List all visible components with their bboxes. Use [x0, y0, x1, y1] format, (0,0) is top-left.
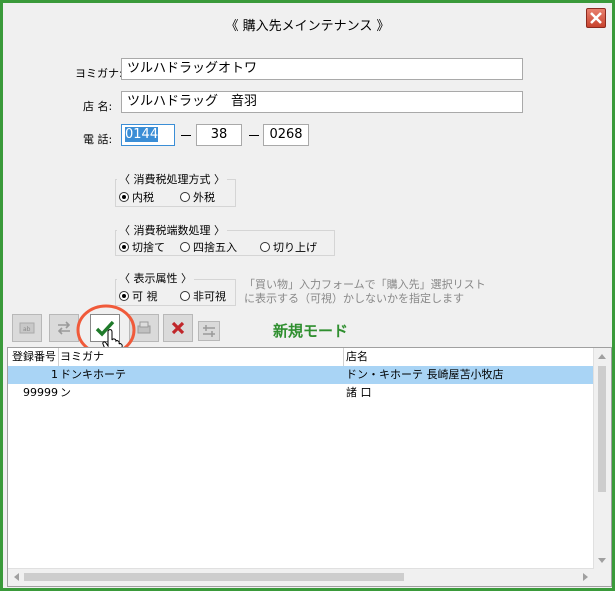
scroll-corner [594, 569, 611, 586]
radio-label: 切捨て [132, 241, 165, 254]
hidden-radio[interactable]: 非可視 [180, 288, 226, 304]
radio-label: 可 視 [132, 290, 158, 303]
data-grid: 登録番号 ヨミガナ 店名 1 ドンキホーテ ドン・キホーテ 長崎屋苫小牧店 99… [7, 347, 612, 587]
vertical-scrollbar[interactable] [593, 348, 611, 570]
cell-name: 諸 口 [346, 386, 372, 399]
scroll-up-icon[interactable] [598, 354, 606, 359]
vertical-scroll-thumb[interactable] [598, 366, 606, 492]
phone-dash [249, 135, 259, 136]
cell-kana: ドンキホーテ [60, 368, 126, 381]
radio-dot [180, 192, 190, 202]
svg-text:ab: ab [23, 326, 31, 333]
phone-exchange-field[interactable]: 38 [196, 124, 242, 146]
tax-inclusive-radio[interactable]: 内税 [119, 189, 154, 205]
tax-exclusive-radio[interactable]: 外税 [180, 189, 215, 205]
phone-label: 電 話: [83, 133, 113, 146]
tax-rounding-title: 〈 消費税端数処理 〉 [117, 222, 227, 238]
swap-icon [57, 321, 71, 335]
scroll-down-icon[interactable] [598, 558, 606, 563]
new-button[interactable]: ab [12, 314, 42, 342]
round-down-radio[interactable]: 切捨て [119, 239, 165, 255]
col-header-kana[interactable]: ヨミガナ [60, 348, 342, 366]
display-title: 〈 表示属性 〉 [117, 270, 194, 286]
radio-dot [119, 242, 129, 252]
hint-line: 「買い物」入力フォームで「購入先」選択リスト [244, 278, 486, 291]
reorder-button[interactable] [198, 321, 220, 341]
cell-id: 1 [51, 368, 58, 381]
radio-dot [180, 291, 190, 301]
phone-number-field[interactable]: 0268 [263, 124, 309, 146]
col-divider [58, 348, 59, 366]
close-icon [590, 12, 602, 24]
horizontal-scrollbar[interactable] [8, 568, 594, 586]
app-window: 《 購入先メインテナンス 》 ヨミガナ: ツルハドラッグオトワ 店 名: ツルハ… [0, 0, 615, 591]
close-button[interactable] [586, 8, 606, 28]
scroll-right-icon[interactable] [583, 573, 588, 581]
yomigana-field[interactable]: ツルハドラッグオトワ [121, 58, 523, 80]
reorder-icon [203, 325, 215, 337]
phone-dash [181, 135, 191, 136]
phone-area-value: 0144 [125, 127, 159, 142]
grid-header: 登録番号 ヨミガナ 店名 [8, 348, 596, 367]
col-header-name[interactable]: 店名 [346, 348, 596, 366]
tax-method-title: 〈 消費税処理方式 〉 [117, 171, 227, 187]
radio-label: 内税 [132, 191, 154, 204]
delete-icon [171, 321, 185, 335]
display-hint: 「買い物」入力フォームで「購入先」選択リスト に表示する（可視）かしないかを指定… [244, 278, 486, 306]
radio-label: 非可視 [193, 290, 226, 303]
delete-button[interactable] [163, 314, 193, 342]
radio-dot [119, 192, 129, 202]
radio-label: 四捨五入 [193, 241, 237, 254]
phone-area-field[interactable]: 0144 [121, 124, 175, 146]
radio-dot [119, 291, 129, 301]
cell-name: ドン・キホーテ 長崎屋苫小牧店 [346, 368, 504, 381]
radio-label: 外税 [193, 191, 215, 204]
window-title: 《 購入先メインテナンス 》 [225, 19, 390, 34]
visible-radio[interactable]: 可 視 [119, 288, 158, 304]
radio-dot [180, 242, 190, 252]
cell-id: 99999 [23, 386, 58, 399]
radio-dot [260, 242, 270, 252]
store-name-field[interactable]: ツルハドラッグ 音羽 [121, 91, 523, 113]
horizontal-scroll-thumb[interactable] [24, 573, 404, 581]
table-row[interactable]: 1 ドンキホーテ ドン・キホーテ 長崎屋苫小牧店 [8, 366, 596, 384]
hint-line: に表示する（可視）かしないかを指定します [244, 292, 464, 305]
mode-label: 新規モード [273, 322, 349, 340]
col-header-id[interactable]: 登録番号 [12, 348, 58, 366]
scroll-left-icon[interactable] [14, 573, 19, 581]
yomigana-label: ヨミガナ: [75, 67, 123, 80]
round-half-radio[interactable]: 四捨五入 [180, 239, 237, 255]
col-divider [343, 348, 344, 366]
store-name-label: 店 名: [83, 100, 113, 113]
cell-kana: ン [60, 386, 71, 399]
table-row[interactable]: 99999 ン 諸 口 [8, 384, 596, 402]
round-up-radio[interactable]: 切り上げ [260, 239, 317, 255]
radio-label: 切り上げ [273, 241, 317, 254]
document-icon: ab [19, 322, 35, 334]
